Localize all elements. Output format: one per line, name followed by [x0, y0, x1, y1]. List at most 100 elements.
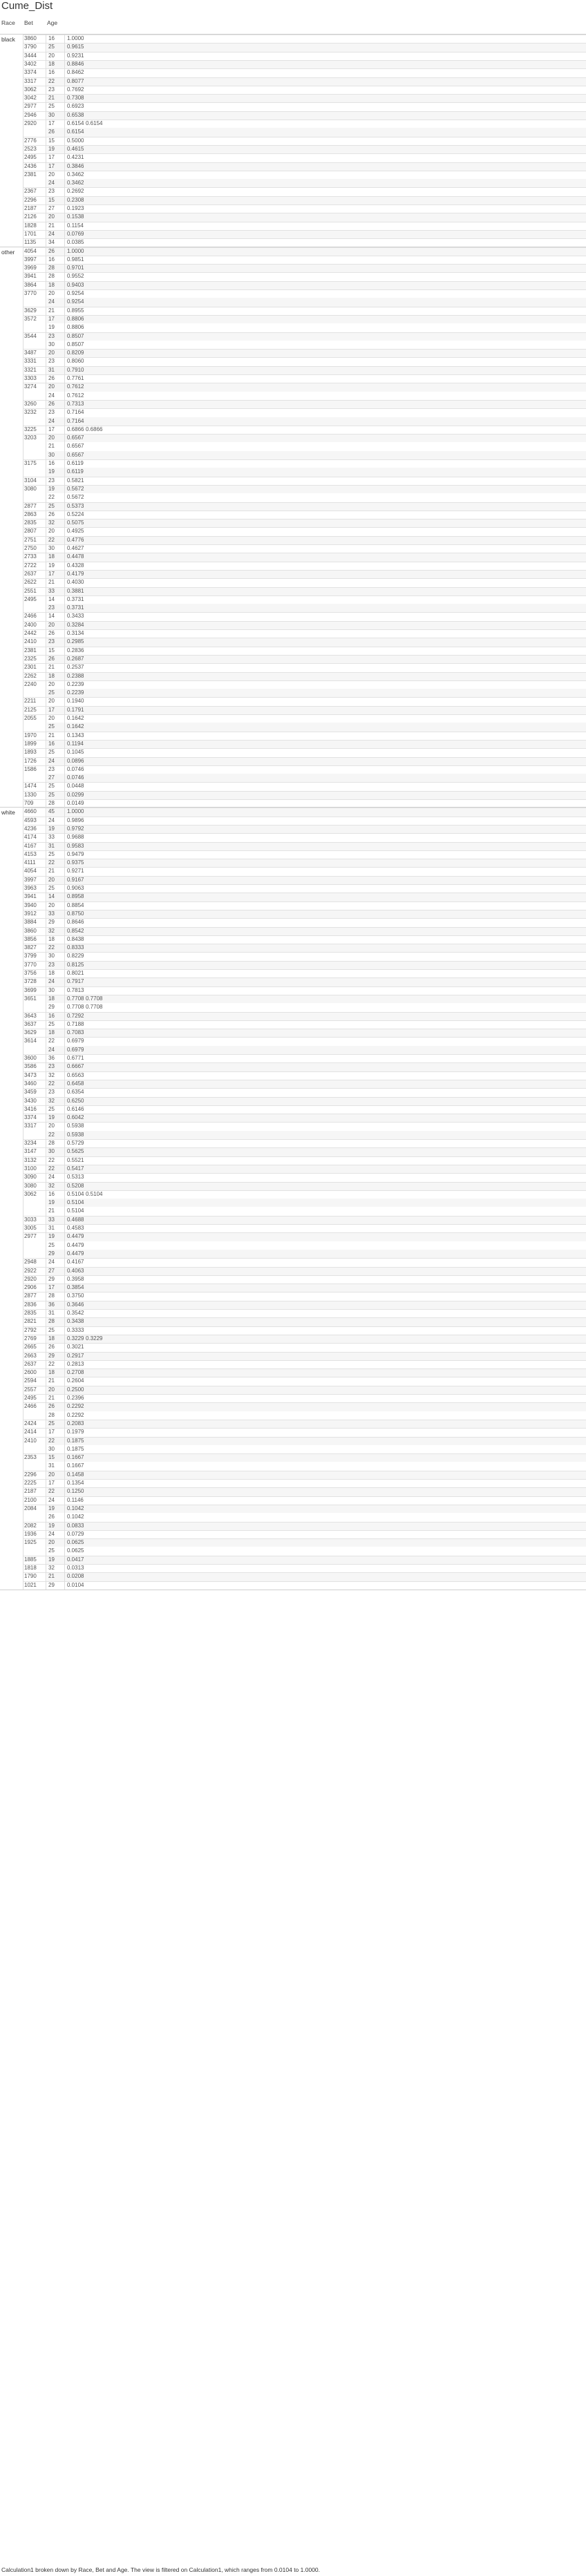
table-row: 3274 20 0.7612 — [23, 383, 586, 392]
age-cell: 25 — [48, 783, 55, 790]
bet-cell: 2125 — [24, 706, 37, 713]
bet-cell: 3321 — [24, 366, 37, 373]
table-row: 3651 18 0.7708 0.7708 — [23, 994, 586, 1004]
table-row: 3374 19 0.6042 — [23, 1114, 586, 1123]
cume-dist-value: 0.8958 — [67, 893, 84, 900]
age-cell: 22 — [48, 1080, 55, 1087]
bet-divider — [23, 1436, 586, 1438]
bet-cell: 3104 — [24, 477, 37, 484]
age-cell: 20 — [48, 1123, 55, 1129]
table-row: 2125 17 0.1791 — [23, 705, 586, 714]
bet-cell: 2495 — [24, 154, 37, 161]
cume-dist-value: 0.3333 — [67, 1326, 84, 1333]
table-row: 3856 18 0.8438 — [23, 935, 586, 944]
table-row: 25 0.0625 — [47, 1547, 586, 1555]
age-cell: 28 — [48, 265, 55, 271]
bet-cell: 1330 — [24, 791, 37, 798]
age-cell: 20 — [48, 1471, 55, 1478]
table-row: 3147 30 0.5625 — [23, 1147, 586, 1156]
table-row: 2920 29 0.3958 — [23, 1275, 586, 1284]
bet-divider — [23, 502, 586, 503]
age-cell: 17 — [48, 426, 55, 432]
table-row: 31 0.1667 — [47, 1462, 586, 1470]
table-row: 3080 19 0.5672 — [23, 484, 586, 494]
cume-dist-value: 0.1875 — [67, 1437, 84, 1444]
age-cell: 22 — [48, 1131, 55, 1138]
table-row: 1970 21 0.1343 — [23, 731, 586, 740]
cume-dist-value: 0.8462 — [67, 69, 84, 76]
age-cell: 31 — [48, 1310, 55, 1316]
age-cell: 18 — [48, 1029, 55, 1036]
age-cell: 23 — [48, 765, 55, 772]
age-cell: 24 — [48, 417, 55, 424]
bet-cell: 2410 — [24, 1437, 37, 1444]
age-cell: 17 — [48, 315, 55, 322]
cume-dist-value: 0.1642 — [67, 723, 84, 730]
age-cell: 17 — [48, 154, 55, 161]
table-row: 1790 21 0.0208 — [23, 1572, 586, 1581]
table-row: 3090 24 0.5313 — [23, 1173, 586, 1181]
cume-dist-value: 0.7313 — [67, 400, 84, 407]
table-row: 2769 18 0.3229 0.3229 — [23, 1334, 586, 1344]
table-row: 3941 14 0.8958 — [23, 893, 586, 901]
table-row: 2301 21 0.2537 — [23, 663, 586, 671]
header-race[interactable]: Race — [1, 19, 15, 27]
bet-cell: 2906 — [24, 1284, 37, 1291]
table-row: 19 0.5104 — [47, 1199, 586, 1208]
bet-cell: 2466 — [24, 613, 37, 620]
cume-dist-value: 0.2604 — [67, 1377, 84, 1384]
table-row: 3104 23 0.5821 — [23, 476, 586, 485]
bet-divider — [23, 544, 586, 545]
cume-dist-value: 0.2396 — [67, 1395, 84, 1401]
table-row: 2622 21 0.4030 — [23, 578, 586, 586]
table-row: 1726 24 0.0896 — [23, 756, 586, 765]
bet-cell: 2211 — [24, 698, 37, 705]
bet-divider — [23, 187, 586, 189]
bet-cell: 2495 — [24, 1395, 37, 1401]
table-row: 2835 32 0.5075 — [23, 519, 586, 528]
cume-dist-value: 0.0299 — [67, 791, 84, 798]
bet-cell: 3799 — [24, 953, 37, 960]
bet-cell: 3402 — [24, 60, 37, 67]
table-row: 3790 25 0.9615 — [23, 43, 586, 52]
bet-cell: 3856 — [24, 935, 37, 942]
bet-divider — [23, 1368, 586, 1370]
cume-dist-value: 0.9583 — [67, 842, 84, 849]
bet-divider — [23, 952, 586, 953]
cume-dist-value: 0.9375 — [67, 859, 84, 866]
bet-cell: 3317 — [24, 1123, 37, 1129]
cume-dist-value: 0.7761 — [67, 375, 84, 381]
table-row: 3864 18 0.9403 — [23, 280, 586, 289]
bet-cell: 2084 — [24, 1505, 37, 1511]
header-bet[interactable]: Bet — [24, 19, 33, 27]
cume-dist-value: 0.0769 — [67, 230, 84, 237]
bet-divider — [23, 1453, 586, 1455]
age-cell: 24 — [48, 1174, 55, 1181]
crosstab-view[interactable]: Race Bet Age black 3860 16 1.0000 3790 25 0.9615 3… — [0, 14, 586, 2563]
bet-cell: 1701 — [24, 230, 37, 237]
bet-cell: 3969 — [24, 265, 37, 271]
age-cell: 23 — [48, 1063, 55, 1070]
table-row: 2920 17 0.6154 0.6154 — [23, 120, 586, 128]
bet-cell: 2792 — [24, 1326, 37, 1333]
bet-divider — [23, 654, 586, 656]
bet-cell: 2367 — [24, 188, 37, 195]
cume-dist-value: 0.0417 — [67, 1556, 84, 1563]
header-age[interactable]: Age — [47, 19, 57, 27]
table-row: 1899 16 0.1194 — [23, 739, 586, 749]
age-cell: 25 — [48, 689, 55, 696]
age-cell: 21 — [48, 579, 55, 586]
table-row: 2551 33 0.3881 — [23, 586, 586, 595]
age-cell: 25 — [48, 1105, 55, 1112]
cume-dist-value: 0.3542 — [67, 1310, 84, 1316]
bet-cell: 3430 — [24, 1097, 37, 1104]
bet-divider — [23, 1037, 586, 1038]
bet-cell: 3416 — [24, 1105, 37, 1112]
bet-cell: 3728 — [24, 978, 37, 985]
bet-divider — [23, 1326, 586, 1327]
age-cell: 21 — [48, 664, 55, 671]
bet-cell: 4660 — [24, 808, 37, 815]
bet-cell: 3770 — [24, 290, 37, 296]
cume-dist-value: 0.6146 — [67, 1105, 84, 1112]
bet-divider — [23, 1564, 586, 1565]
